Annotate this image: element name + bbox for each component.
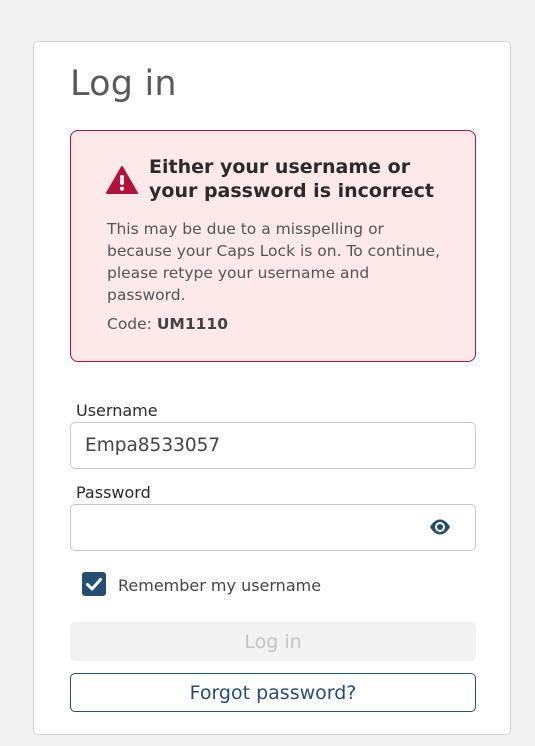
- password-input[interactable]: [70, 504, 476, 551]
- error-alert: Either your username or your password is…: [70, 130, 476, 362]
- alert-heading: Either your username or your password is…: [149, 156, 434, 202]
- remember-username-checkbox[interactable]: [82, 572, 106, 596]
- login-card: Log in Either your username or your pass…: [33, 41, 511, 735]
- forgot-password-button[interactable]: Forgot password?: [70, 673, 476, 712]
- error-code-value: UM1110: [156, 315, 228, 333]
- username-label: Username: [76, 401, 158, 420]
- checkmark-icon: [86, 578, 102, 591]
- password-label: Password: [76, 483, 151, 502]
- username-input[interactable]: [70, 422, 476, 469]
- login-button[interactable]: Log in: [70, 622, 476, 661]
- warning-triangle-icon: [106, 166, 138, 194]
- eye-icon[interactable]: [429, 516, 451, 538]
- remember-username-label[interactable]: Remember my username: [118, 576, 321, 595]
- error-code-label: Code:: [107, 315, 152, 333]
- alert-message: This may be due to a misspelling or beca…: [107, 220, 441, 304]
- error-code: Code: UM1110: [107, 315, 228, 333]
- page-title: Log in: [70, 64, 177, 104]
